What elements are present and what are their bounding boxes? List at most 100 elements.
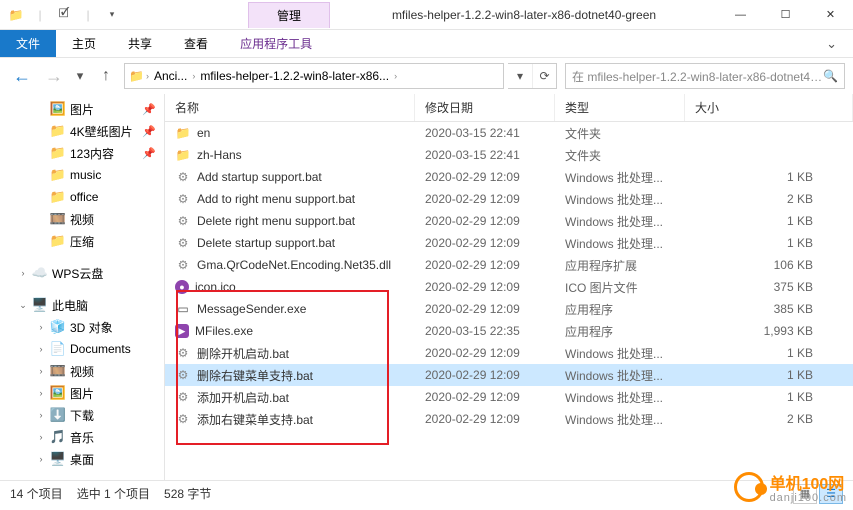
table-row[interactable]: ⚙Gma.QrCodeNet.Encoding.Net35.dll 2020-0… xyxy=(165,254,853,276)
chevron-right-icon[interactable]: › xyxy=(18,268,28,278)
qat-dropdown-icon[interactable]: ▾ xyxy=(102,5,122,25)
file-size: 2 KB xyxy=(685,412,853,426)
table-row[interactable]: ⚙Add to right menu support.bat 2020-02-2… xyxy=(165,188,853,210)
sidebar-item[interactable]: 🖼️图片📌 xyxy=(0,98,164,120)
file-icon: 📁 xyxy=(175,125,191,141)
contextual-tab-manage[interactable]: 管理 xyxy=(248,2,330,28)
quick-access-toolbar: 📁 | 🗹 | ▾ xyxy=(0,5,128,25)
col-name[interactable]: 名称 xyxy=(165,94,415,121)
chevron-right-icon[interactable]: › xyxy=(36,388,46,398)
file-type: Windows 批处理... xyxy=(555,411,685,428)
chevron-right-icon[interactable]: › xyxy=(36,454,46,464)
sidebar-item-label: Documents xyxy=(70,342,131,356)
sidebar-item[interactable]: ›🖼️图片 xyxy=(0,382,164,404)
sidebar-item[interactable]: ›⬇️下载 xyxy=(0,404,164,426)
nav-back-button[interactable]: ← xyxy=(8,62,36,90)
file-icon: ⚙ xyxy=(175,411,191,427)
tab-share[interactable]: 共享 xyxy=(112,30,168,57)
file-name: Add to right menu support.bat xyxy=(197,192,355,206)
sidebar-item[interactable]: 📁music xyxy=(0,164,164,186)
nav-history-dropdown[interactable]: ▾ xyxy=(72,62,88,90)
checked-folder-icon[interactable]: 🗹 xyxy=(54,5,74,25)
table-row[interactable]: ▶MFiles.exe 2020-03-15 22:35 应用程序 1,993 … xyxy=(165,320,853,342)
sidebar-item[interactable]: ›🖥️桌面 xyxy=(0,448,164,470)
navigation-pane: 🖼️图片📌📁4K壁纸图片📌📁123内容📌📁music📁office🎞️视频📁压缩… xyxy=(0,94,165,480)
sidebar-item-thispc[interactable]: ⌄🖥️此电脑 xyxy=(0,294,164,316)
sidebar-item[interactable]: ›🎞️视频 xyxy=(0,360,164,382)
computer-icon: 🖥️ xyxy=(32,297,48,313)
tab-apptools[interactable]: 应用程序工具 xyxy=(224,30,328,57)
item-icon: 🎵 xyxy=(50,429,66,445)
sidebar-item-wps[interactable]: ›☁️WPS云盘 xyxy=(0,262,164,284)
folder-icon: 🖼️ xyxy=(50,101,66,117)
chevron-right-icon[interactable]: › xyxy=(36,322,46,332)
chevron-right-icon[interactable]: › xyxy=(36,432,46,442)
sidebar-item[interactable]: › 📄 Documents xyxy=(0,338,164,360)
file-type: Windows 批处理... xyxy=(555,389,685,406)
file-size: 375 KB xyxy=(685,280,853,294)
maximize-button[interactable]: ☐ xyxy=(763,0,808,30)
sidebar-item[interactable]: 📁压缩 xyxy=(0,230,164,252)
refresh-button[interactable]: ⟳ xyxy=(532,64,556,88)
window-title: mfiles-helper-1.2.2-win8-later-x86-dotne… xyxy=(330,8,718,22)
breadcrumb-segment[interactable]: mfiles-helper-1.2.2-win8-later-x86... xyxy=(197,69,392,83)
chevron-right-icon[interactable]: › xyxy=(36,344,46,354)
sidebar-item[interactable]: ›🧊3D 对象 xyxy=(0,316,164,338)
sidebar-item-label: 桌面 xyxy=(70,451,94,468)
close-button[interactable]: ✕ xyxy=(808,0,853,30)
table-row[interactable]: ⚙添加开机启动.bat 2020-02-29 12:09 Windows 批处理… xyxy=(165,386,853,408)
file-date: 2020-02-29 12:09 xyxy=(415,302,555,316)
nav-up-button[interactable]: ↑ xyxy=(92,62,120,90)
search-input[interactable]: 在 mfiles-helper-1.2.2-win8-later-x86-dot… xyxy=(565,63,845,89)
col-size[interactable]: 大小 xyxy=(685,94,853,121)
breadcrumb-segment[interactable]: Anci... xyxy=(151,69,190,83)
item-icon: 🧊 xyxy=(50,319,66,335)
file-date: 2020-02-29 12:09 xyxy=(415,390,555,404)
ribbon-expand-icon[interactable]: ⌄ xyxy=(810,30,853,57)
file-icon: ⚙ xyxy=(175,235,191,251)
address-row: ← → ▾ ↑ 📁 › Anci... › mfiles-helper-1.2.… xyxy=(0,58,853,94)
file-name: 添加右键菜单支持.bat xyxy=(197,411,313,428)
chevron-down-icon[interactable]: ⌄ xyxy=(18,300,28,311)
sidebar-item-label: 123内容 xyxy=(70,145,114,162)
nav-forward-button[interactable]: → xyxy=(40,62,68,90)
sidebar-item[interactable]: 📁4K壁纸图片📌 xyxy=(0,120,164,142)
item-icon: 🎞️ xyxy=(50,363,66,379)
tab-view[interactable]: 查看 xyxy=(168,30,224,57)
file-name: Gma.QrCodeNet.Encoding.Net35.dll xyxy=(197,258,391,272)
file-type: Windows 批处理... xyxy=(555,169,685,186)
sidebar-item[interactable]: ›🎵音乐 xyxy=(0,426,164,448)
sidebar-item-label: 图片 xyxy=(70,385,94,402)
table-row[interactable]: ▭MessageSender.exe 2020-02-29 12:09 应用程序… xyxy=(165,298,853,320)
minimize-button[interactable]: — xyxy=(718,0,763,30)
address-bar[interactable]: 📁 › Anci... › mfiles-helper-1.2.2-win8-l… xyxy=(124,63,504,89)
folder-icon: 📁 xyxy=(50,123,66,139)
table-row[interactable]: ⚙删除开机启动.bat 2020-02-29 12:09 Windows 批处理… xyxy=(165,342,853,364)
table-row[interactable]: ⚙Delete right menu support.bat 2020-02-2… xyxy=(165,210,853,232)
item-icon: 📄 xyxy=(50,341,66,357)
search-icon[interactable]: 🔍 xyxy=(823,69,838,83)
tab-file[interactable]: 文件 xyxy=(0,30,56,57)
table-row[interactable]: ⚙删除右键菜单支持.bat 2020-02-29 12:09 Windows 批… xyxy=(165,364,853,386)
chevron-right-icon[interactable]: › xyxy=(36,410,46,420)
sidebar-item[interactable]: 📁office xyxy=(0,186,164,208)
status-bar: 14 个项目 选中 1 个项目 528 字节 ▦ ☰ xyxy=(0,480,853,506)
chevron-right-icon[interactable]: › xyxy=(36,366,46,376)
divider-icon: | xyxy=(30,5,50,25)
table-row[interactable]: 📁en 2020-03-15 22:41 文件夹 xyxy=(165,122,853,144)
table-row[interactable]: ⚙Delete startup support.bat 2020-02-29 1… xyxy=(165,232,853,254)
sidebar-item[interactable]: 📁123内容📌 xyxy=(0,142,164,164)
table-row[interactable]: ⚙Add startup support.bat 2020-02-29 12:0… xyxy=(165,166,853,188)
col-type[interactable]: 类型 xyxy=(555,94,685,121)
col-date[interactable]: 修改日期 xyxy=(415,94,555,121)
chevron-right-icon: › xyxy=(146,71,149,81)
sidebar-item[interactable]: 🎞️视频 xyxy=(0,208,164,230)
table-row[interactable]: 📁zh-Hans 2020-03-15 22:41 文件夹 xyxy=(165,144,853,166)
file-type: Windows 批处理... xyxy=(555,367,685,384)
address-dropdown-icon[interactable]: ▾ xyxy=(508,64,532,88)
tab-home[interactable]: 主页 xyxy=(56,30,112,57)
table-row[interactable]: ●icon.ico 2020-02-29 12:09 ICO 图片文件 375 … xyxy=(165,276,853,298)
file-icon: ⚙ xyxy=(175,345,191,361)
table-row[interactable]: ⚙添加右键菜单支持.bat 2020-02-29 12:09 Windows 批… xyxy=(165,408,853,430)
sidebar-item-label: 视频 xyxy=(70,211,94,228)
